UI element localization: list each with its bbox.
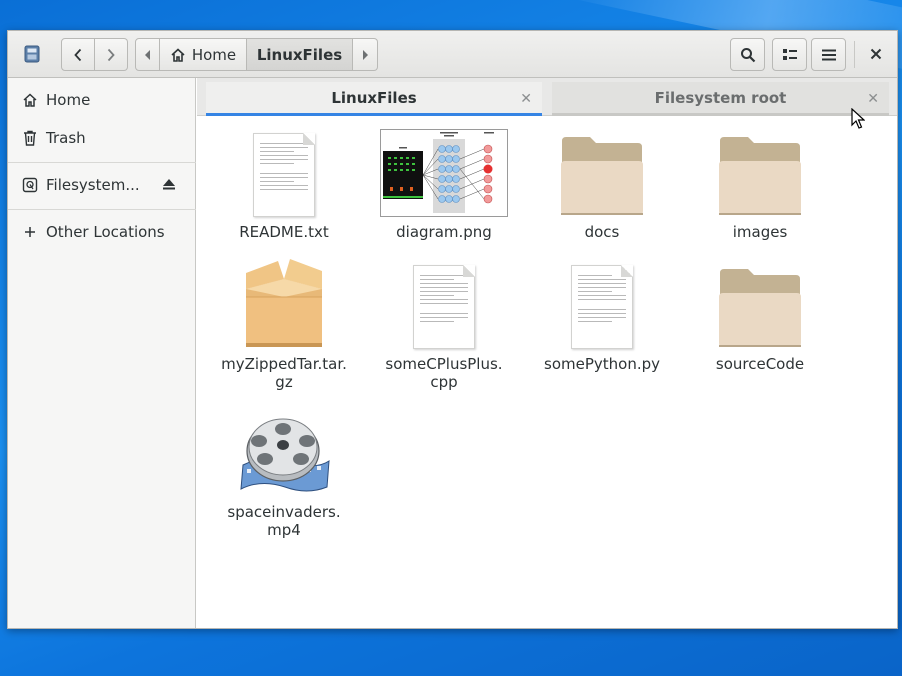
file-item[interactable]: images <box>685 117 835 241</box>
home-icon <box>171 47 185 62</box>
folder-icon <box>527 117 677 217</box>
mouse-cursor-icon <box>851 108 865 129</box>
tab-filesystem-root[interactable]: Filesystem root ✕ <box>552 82 889 116</box>
sidebar-item-label: Home <box>46 91 91 109</box>
window-close-button[interactable] <box>861 39 891 69</box>
file-item[interactable]: sourceCode <box>685 249 835 373</box>
file-item[interactable]: somePython.py <box>527 249 677 373</box>
sidebar-separator <box>8 209 196 210</box>
menu-button[interactable] <box>811 38 846 71</box>
chevron-left-icon <box>74 48 81 61</box>
sidebar-item-filesystem[interactable]: Filesystem... <box>8 167 196 203</box>
close-icon[interactable]: ✕ <box>520 91 532 107</box>
header-bar: Home LinuxFiles <box>8 31 897 78</box>
drive-icon <box>24 45 40 63</box>
sidebar-item-trash[interactable]: Trash <box>8 120 196 156</box>
home-icon <box>22 92 38 108</box>
triangle-left-icon <box>144 49 150 60</box>
path-current-button[interactable]: LinuxFiles <box>247 38 353 71</box>
drive-icon-button[interactable] <box>20 39 44 69</box>
close-icon[interactable]: ✕ <box>867 91 879 107</box>
file-name: diagram.png <box>396 223 492 241</box>
text-file-icon <box>527 249 677 349</box>
search-icon <box>740 47 755 62</box>
archive-box-icon <box>209 249 359 349</box>
file-name: README.txt <box>239 223 329 241</box>
file-item[interactable]: README.txt <box>209 117 359 241</box>
eject-icon[interactable] <box>162 177 176 195</box>
trash-icon <box>22 130 38 146</box>
file-name: sourceCode <box>715 355 805 373</box>
file-item[interactable]: spaceinvaders. mp4 <box>209 397 359 539</box>
header-separator <box>854 41 855 68</box>
navigation-buttons <box>61 38 128 71</box>
file-manager-window: Home LinuxFiles Home Trash Filesystem...… <box>7 30 898 629</box>
image-thumbnail-icon <box>369 117 519 217</box>
close-icon <box>870 48 882 60</box>
text-file-icon <box>209 117 359 217</box>
file-name: somePython.py <box>544 355 660 373</box>
view-toggle-button[interactable] <box>772 38 807 71</box>
sidebar-item-home[interactable]: Home <box>8 82 196 118</box>
sidebar-item-label: Other Locations <box>46 223 165 241</box>
path-home-label: Home <box>191 45 237 64</box>
forward-button[interactable] <box>94 38 128 71</box>
tab-label: Filesystem root <box>654 88 787 107</box>
tab-linuxfiles[interactable]: LinuxFiles ✕ <box>206 82 542 116</box>
path-bar: Home LinuxFiles <box>135 38 378 71</box>
path-home-button[interactable]: Home <box>160 38 247 71</box>
plus-icon <box>22 224 38 240</box>
text-file-icon <box>369 249 519 349</box>
sidebar-item-other-locations[interactable]: Other Locations <box>8 214 196 250</box>
folder-icon <box>685 249 835 349</box>
list-view-icon <box>782 48 797 60</box>
sidebar-item-label: Filesystem... <box>46 176 140 194</box>
sidebar-separator <box>8 162 196 163</box>
tab-label: LinuxFiles <box>331 88 417 107</box>
file-name: spaceinvaders. mp4 <box>227 503 341 539</box>
tab-bar: LinuxFiles ✕ Filesystem root ✕ <box>197 78 897 116</box>
triangle-right-icon <box>363 49 368 60</box>
file-name: docs <box>584 223 620 241</box>
file-name: myZippedTar.tar. gz <box>221 355 347 391</box>
file-item[interactable]: someCPlusPlus. cpp <box>369 249 519 391</box>
file-name: someCPlusPlus. cpp <box>385 355 503 391</box>
video-reel-icon <box>209 397 359 497</box>
sidebar-item-label: Trash <box>46 129 86 147</box>
folder-icon <box>685 117 835 217</box>
file-item[interactable]: myZippedTar.tar. gz <box>209 249 359 391</box>
file-name: images <box>732 223 788 241</box>
chevron-right-icon <box>107 48 115 61</box>
hamburger-menu-icon <box>821 49 836 60</box>
file-item[interactable]: docs <box>527 117 677 241</box>
back-button[interactable] <box>61 38 95 71</box>
file-item[interactable]: diagram.png <box>369 117 519 241</box>
file-grid: README.txt diagram.png docs images myZip… <box>197 117 897 628</box>
path-scroll-right-button[interactable] <box>353 38 378 71</box>
search-button[interactable] <box>730 38 765 71</box>
sidebar: Home Trash Filesystem... Other Locations <box>8 78 196 628</box>
path-current-label: LinuxFiles <box>256 45 343 64</box>
path-scroll-left-button[interactable] <box>135 38 160 71</box>
drive-icon <box>22 177 38 193</box>
